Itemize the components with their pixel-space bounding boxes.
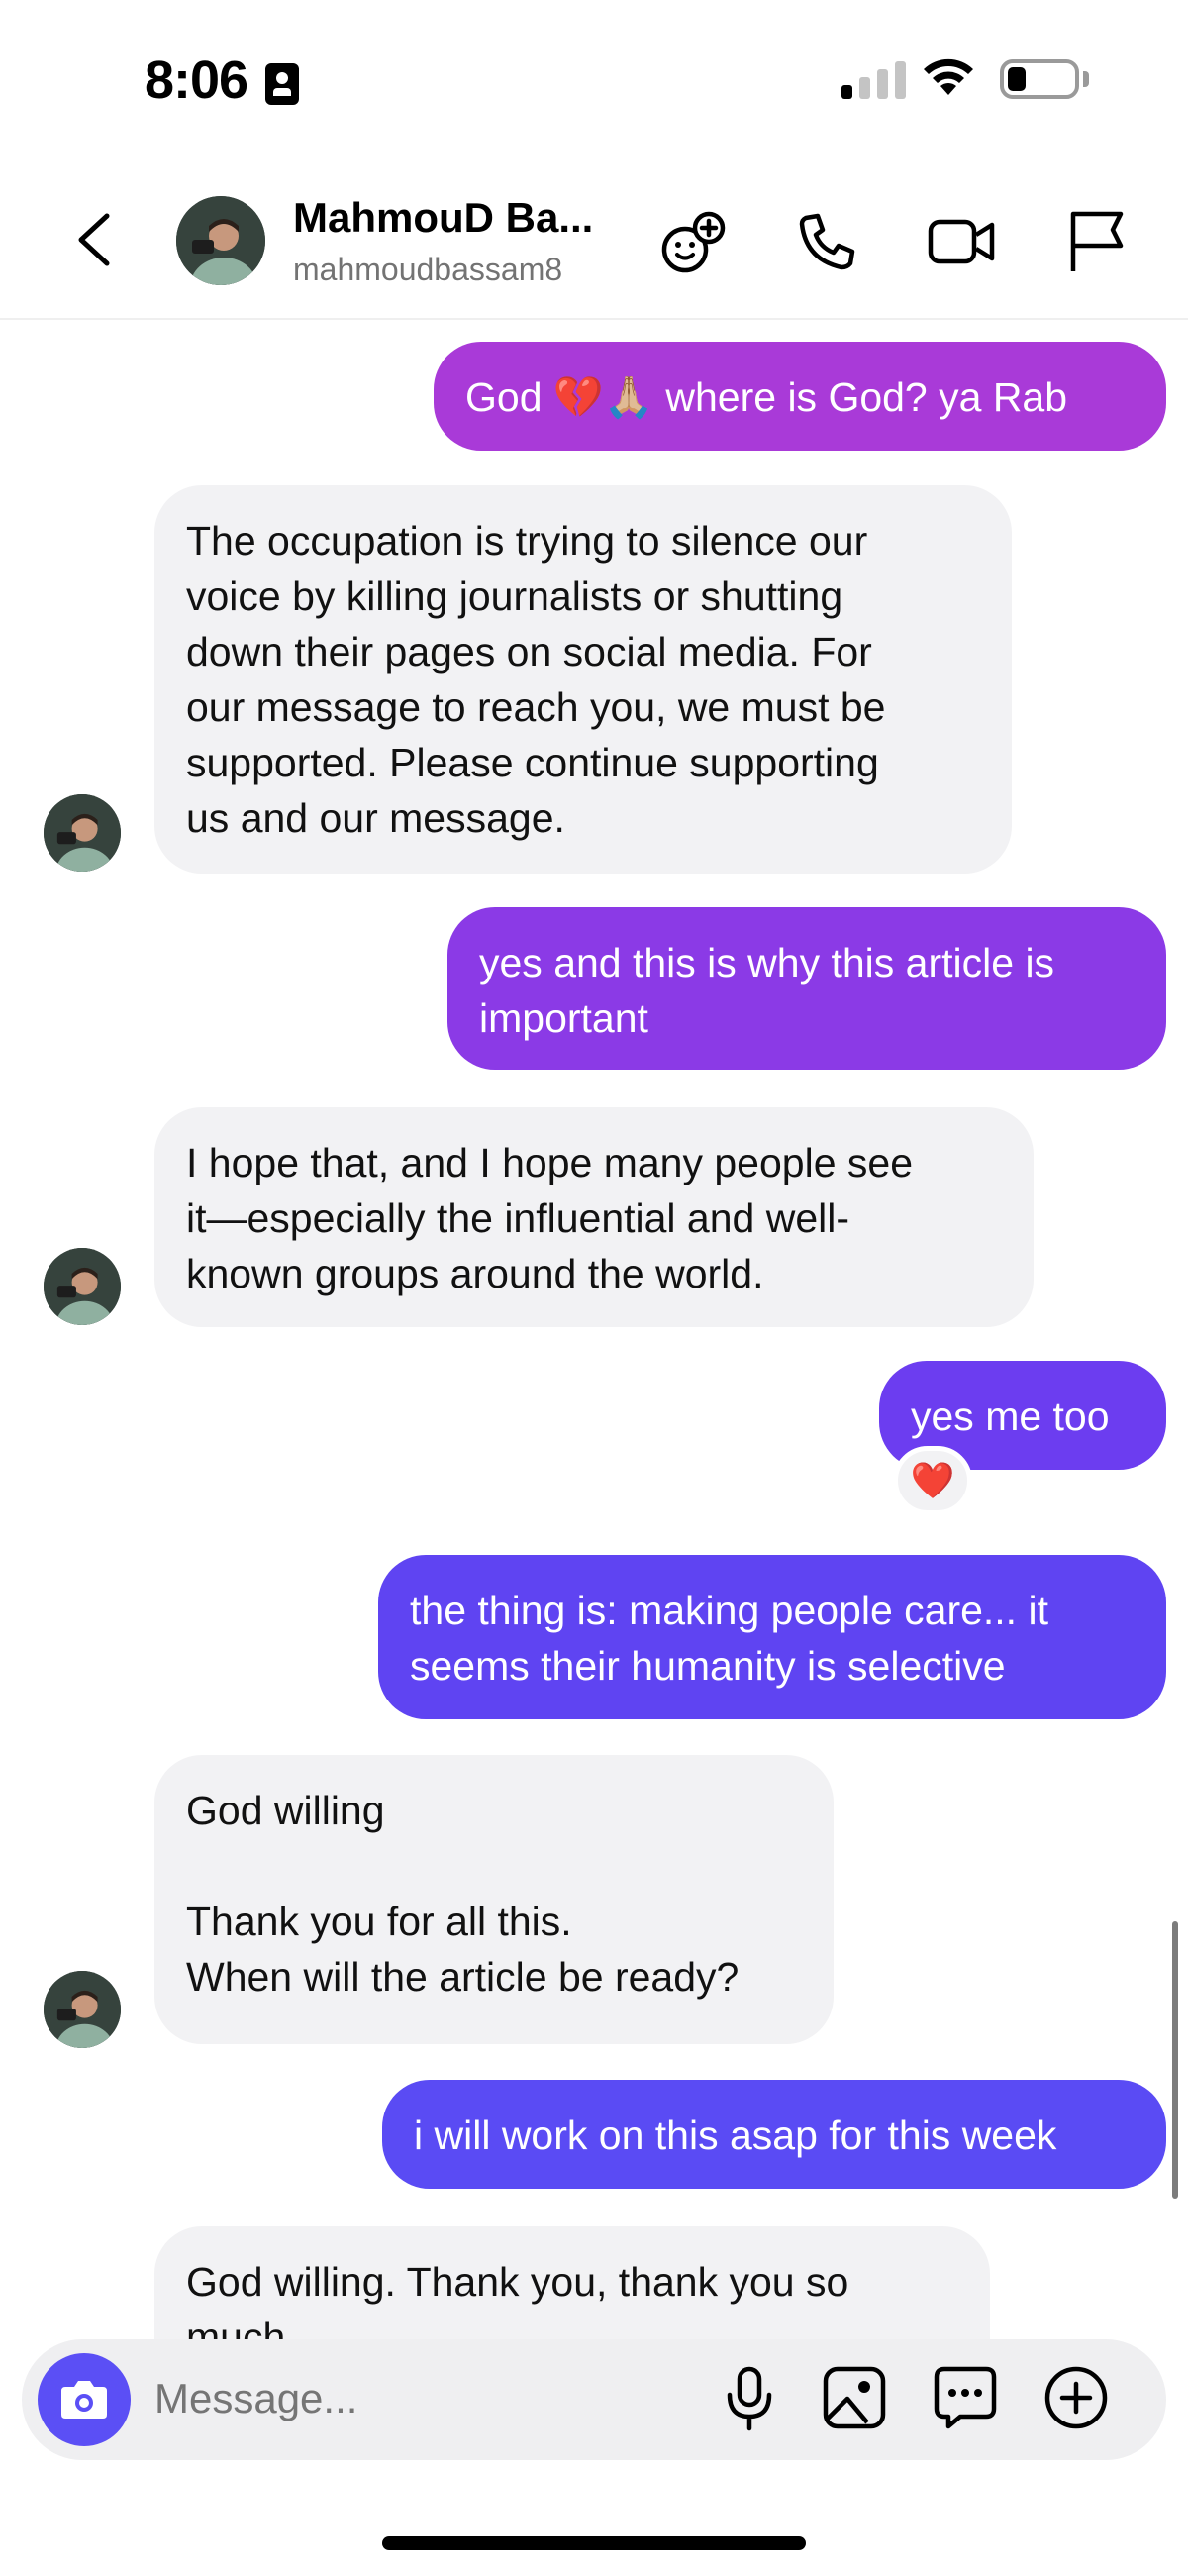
sticker-icon[interactable] [931,2363,1000,2432]
sender-avatar[interactable] [44,1248,121,1325]
contact-name[interactable]: MahmouD Ba... [293,194,593,242]
message-text: yes and this is why this article is impo… [479,940,1055,1041]
incoming-message[interactable]: God willing Thank you for all this. When… [154,1755,834,2044]
outgoing-message[interactable]: i will work on this asap for this week [382,2080,1166,2189]
phone-icon[interactable] [792,208,863,275]
incoming-message[interactable]: God willing. Thank you, thank you so muc… [154,2226,990,2339]
outgoing-message[interactable]: yes and this is why this article is impo… [447,907,1166,1070]
contact-handle[interactable]: mahmoudbassam8 [293,252,562,288]
incoming-message[interactable]: The occupation is trying to silence our … [154,485,1012,874]
heart-reaction[interactable]: ❤️ [893,1446,972,1515]
flag-icon[interactable] [1061,208,1133,275]
add-icon[interactable] [1041,2363,1111,2432]
incoming-message[interactable]: I hope that, and I hope many people see … [154,1107,1034,1327]
message-text: God willing. Thank you, thank you so muc… [186,2259,849,2339]
status-time: 8:06 [145,51,248,110]
contact-avatar[interactable] [176,196,265,285]
message-text: the thing is: making people care... it s… [410,1588,1048,1689]
home-indicator[interactable] [382,2536,806,2550]
sender-avatar[interactable] [44,1971,121,2048]
microphone-icon[interactable] [715,2363,784,2432]
back-chevron-icon[interactable] [69,208,129,271]
cellular-signal-icon [842,59,907,99]
message-text: I hope that, and I hope many people see … [186,1140,913,1296]
battery-icon [1000,59,1079,99]
focus-id-icon [265,63,299,105]
scrollbar[interactable] [1172,1921,1178,2199]
gallery-icon[interactable] [820,2363,889,2432]
wifi-icon [924,58,973,95]
outgoing-message[interactable]: God 💔🙏🏼 where is God? ya Rab [434,342,1166,451]
message-input[interactable] [154,2369,689,2428]
camera-button[interactable] [38,2353,131,2446]
outgoing-message[interactable]: the thing is: making people care... it s… [378,1555,1166,1719]
effects-icon[interactable] [659,208,731,275]
message-text: The occupation is trying to silence our … [186,518,886,841]
partial-message-clip: God willing. Thank you, thank you so muc… [0,2218,1188,2339]
message-text: God willing Thank you for all this. When… [186,1788,740,2000]
video-icon[interactable] [927,208,998,275]
sender-avatar[interactable] [44,794,121,872]
battery-cap [1083,71,1089,87]
camera-icon [61,2381,107,2419]
